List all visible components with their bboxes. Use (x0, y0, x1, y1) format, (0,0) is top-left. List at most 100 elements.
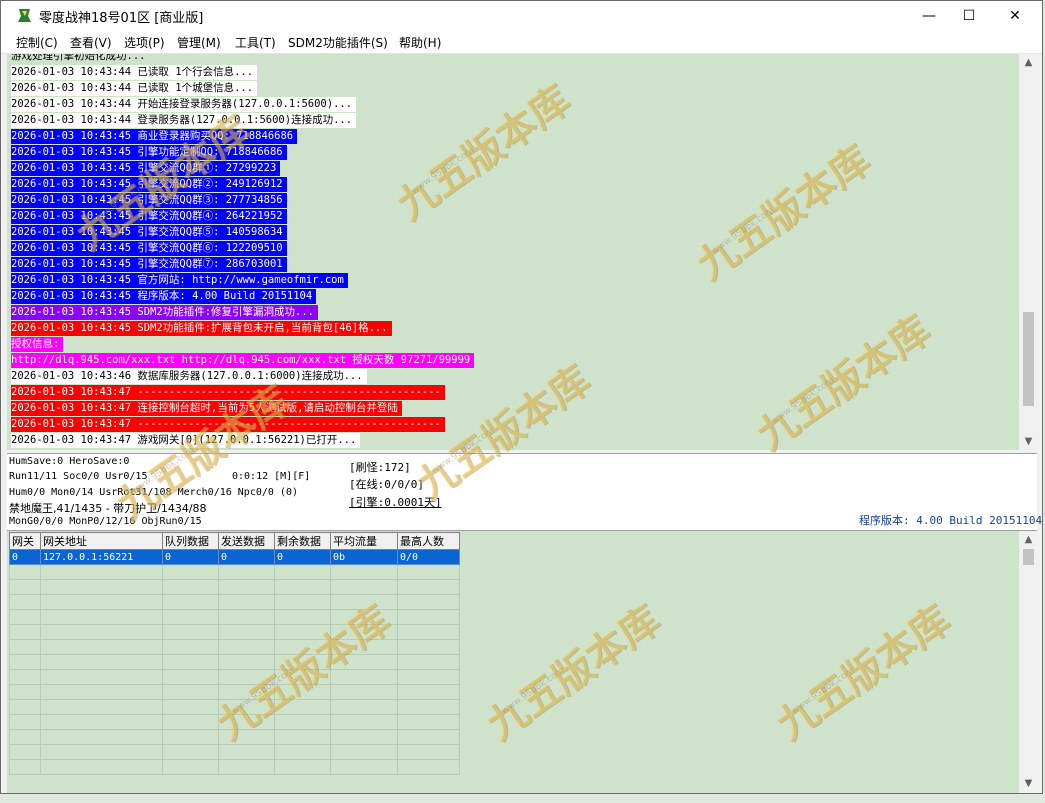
table-row-empty (9, 729, 460, 745)
table-cell (162, 714, 219, 730)
table-cell (40, 564, 163, 580)
chevron-down-icon[interactable]: ▼ (1020, 777, 1037, 791)
table-cell (397, 654, 460, 670)
table-cell (9, 639, 41, 655)
table-cell (162, 684, 219, 700)
table-cell (218, 609, 275, 625)
table-cell (9, 714, 41, 730)
status-counts: Hum0/0 Mon0/14 UsrRot31/108 Merch0/16 Np… (9, 487, 298, 498)
grid-scroll-thumb[interactable] (1023, 549, 1034, 565)
table-cell (40, 579, 163, 595)
log-line: 2026-01-03 10:43:47 连接控制台超时,当前为5人测试版,请启动… (11, 401, 402, 416)
table-cell (162, 609, 219, 625)
table-cell (162, 579, 219, 595)
column-header[interactable]: 网关 (9, 532, 41, 550)
close-button[interactable]: ✕ (992, 1, 1038, 31)
table-cell (218, 624, 275, 640)
table-cell (218, 714, 275, 730)
column-header[interactable]: 最高人数 (397, 532, 460, 550)
menu-sdm2-plugin[interactable]: SDM2功能插件(S) (288, 34, 388, 51)
log-line: 2026-01-03 10:43:45 商业登录器购买QQ: 718846686 (11, 129, 298, 144)
table-cell (162, 594, 219, 610)
gateway-grid-pane[interactable]: 网关 网关地址 队列数据 发送数据 剩余数据 平均流量 最高人数 0 127.0… (7, 531, 1019, 793)
table-cell (330, 579, 398, 595)
log-line: 2026-01-03 10:43:47 游戏网关[0](127.0.0.1:56… (11, 433, 361, 448)
log-line: 授权信息: (11, 337, 64, 352)
title-bar[interactable]: 零度战神18号01区 [商业版] — ☐ ✕ (1, 1, 1042, 31)
table-cell (218, 564, 275, 580)
log-line: 2026-01-03 10:43:45 引擎功能定制QQ: 718846686 (11, 145, 287, 160)
table-row-empty (9, 714, 460, 730)
status-boss: 禁地魔王,41/1435 - 带刀护卫/1434/88 (9, 502, 207, 515)
menu-tools[interactable]: 工具(T) (235, 34, 276, 51)
log-scrollbar[interactable]: ▲ ▼ (1020, 54, 1037, 450)
log-line: 2026-01-03 10:43:44 已读取 1个城堡信息... (11, 81, 258, 96)
table-cell (40, 609, 163, 625)
table-cell (40, 624, 163, 640)
column-header[interactable]: 剩余数据 (274, 532, 331, 550)
table-cell: 0 (274, 549, 331, 565)
chevron-up-icon[interactable]: ▲ (1020, 56, 1037, 70)
maximize-button[interactable]: ☐ (946, 1, 992, 31)
table-cell (9, 624, 41, 640)
table-cell (162, 624, 219, 640)
table-cell (330, 669, 398, 685)
log-line: 2026-01-03 10:43:45 官方网站: http://www.gam… (11, 273, 348, 288)
table-cell (397, 594, 460, 610)
table-cell (397, 609, 460, 625)
table-cell (162, 564, 219, 580)
log-line: 2026-01-03 10:43:45 引擎交流QQ群①: 27299223 (11, 161, 281, 176)
menu-control[interactable]: 控制(C) (16, 34, 58, 51)
table-row-empty (9, 744, 460, 760)
log-line: 2026-01-03 10:43:44 开始连接登录服务器(127.0.0.1:… (11, 97, 357, 112)
column-header[interactable]: 队列数据 (162, 532, 219, 550)
chevron-up-icon[interactable]: ▲ (1020, 533, 1037, 547)
menu-options[interactable]: 选项(P) (124, 34, 165, 51)
table-cell (162, 654, 219, 670)
log-line: http://dlq.945.com/xxx.txt http://dlq.94… (11, 353, 475, 368)
window-title: 零度战神18号01区 [商业版] (39, 11, 204, 26)
status-engine: [引擎:0.0001天] (349, 496, 442, 509)
table-cell (397, 579, 460, 595)
status-run: Run11/11 Soc0/0 Usr0/15 (9, 471, 148, 482)
status-timer: 0:0:12 [M][F] (232, 471, 311, 482)
table-cell (330, 624, 398, 640)
table-cell (274, 564, 331, 580)
table-cell (9, 654, 41, 670)
table-cell (330, 699, 398, 715)
chevron-down-icon[interactable]: ▼ (1020, 435, 1037, 449)
table-cell (40, 759, 163, 775)
table-cell (9, 564, 41, 580)
status-monsters: MonG0/0/0 MonP0/12/16 ObjRun0/15 (9, 516, 202, 527)
log-line: 2026-01-03 10:43:44 已读取 1个行会信息... (11, 65, 258, 80)
table-cell (397, 624, 460, 640)
log-line: 2026-01-03 10:43:45 SDM2功能插件:扩展背包未开启,当前背… (11, 321, 392, 336)
log-pane[interactable]: 游戏处理引擎初始化成功... 2026-01-03 10:43:44 已读取 1… (7, 54, 1019, 450)
grid-scrollbar[interactable]: ▲ ▼ (1020, 531, 1037, 793)
table-header-row: 网关 网关地址 队列数据 发送数据 剩余数据 平均流量 最高人数 (9, 532, 460, 550)
table-cell (162, 639, 219, 655)
column-header[interactable]: 网关地址 (40, 532, 163, 550)
menu-manage[interactable]: 管理(M) (177, 34, 221, 51)
table-cell (218, 759, 275, 775)
table-cell (274, 639, 331, 655)
log-line: 2026-01-03 10:43:45 引擎交流QQ群③: 277734856 (11, 193, 287, 208)
log-line: 2026-01-03 10:43:45 引擎交流QQ群⑥: 122209510 (11, 241, 287, 256)
status-version: 程序版本: 4.00 Build 20151104 (859, 514, 1043, 527)
log-line: 2026-01-03 10:43:45 引擎交流QQ群⑦: 286703001 (11, 257, 287, 272)
table-row[interactable]: 0 127.0.0.1:56221 0 0 0 0b 0/0 (9, 549, 460, 565)
table-row-empty (9, 579, 460, 595)
column-header[interactable]: 平均流量 (330, 532, 398, 550)
table-cell (162, 669, 219, 685)
table-row-empty (9, 564, 460, 580)
table-cell (9, 744, 41, 760)
status-refresh: [刷怪:172] (349, 461, 411, 474)
table-cell (330, 609, 398, 625)
column-header[interactable]: 发送数据 (218, 532, 275, 550)
log-scroll-thumb[interactable] (1023, 312, 1034, 406)
menu-help[interactable]: 帮助(H) (399, 34, 441, 51)
table-cell (274, 669, 331, 685)
table-cell (40, 699, 163, 715)
table-cell (162, 759, 219, 775)
menu-view[interactable]: 查看(V) (70, 34, 112, 51)
